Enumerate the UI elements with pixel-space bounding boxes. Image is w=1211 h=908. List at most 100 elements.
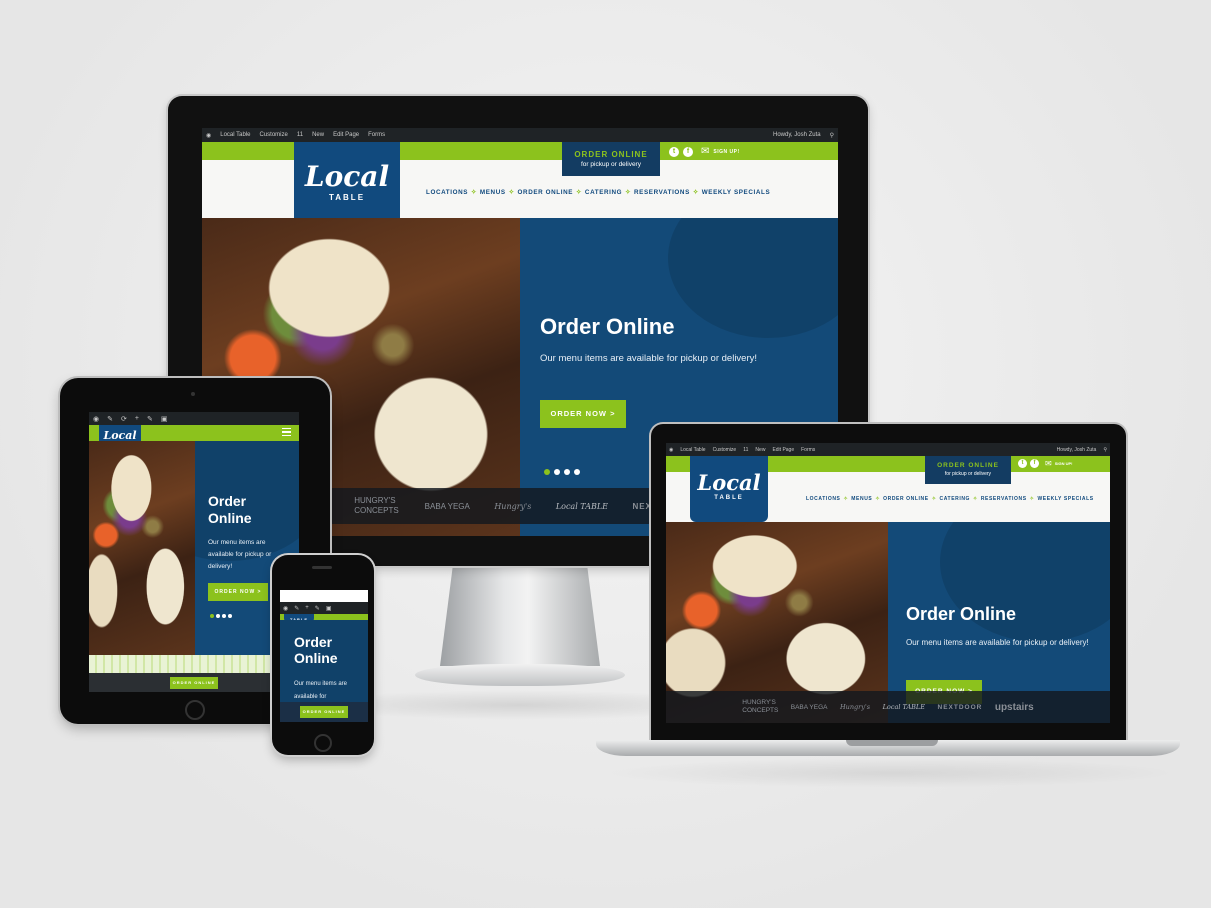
- nav-separator: ✧: [471, 189, 477, 196]
- wp-logo-icon[interactable]: ◉: [283, 605, 288, 612]
- facebook-icon[interactable]: f: [683, 146, 693, 157]
- wp-edit-page[interactable]: Edit Page: [772, 447, 794, 453]
- wp-updates[interactable]: 11: [743, 447, 748, 453]
- slider-dots: [544, 469, 580, 475]
- phone-sticky-bar: ORDER ONLINE: [280, 702, 368, 722]
- tablet-order-now-button[interactable]: ORDER NOW >: [208, 583, 268, 601]
- wp-new[interactable]: New: [755, 447, 765, 453]
- nav-weekly-specials[interactable]: WEEKLY SPECIALS: [702, 189, 771, 196]
- phone-sticky-order-button[interactable]: ORDER ONLINE: [300, 706, 348, 718]
- nav-locations[interactable]: LOCATIONS: [426, 189, 468, 196]
- hero-title: Order Online: [540, 314, 675, 339]
- mail-icon[interactable]: ✉: [701, 146, 709, 157]
- macbook-reflection: [600, 758, 1180, 788]
- wp-customize[interactable]: Customize: [713, 447, 737, 453]
- edit-icon[interactable]: ✎: [315, 605, 320, 612]
- brand-hungrys-script[interactable]: Hungry's: [840, 703, 870, 711]
- new-icon[interactable]: +: [305, 605, 309, 611]
- nav-catering[interactable]: CATERING: [939, 496, 970, 502]
- wp-logo-icon[interactable]: ◉: [93, 415, 99, 423]
- slider-dot[interactable]: [210, 614, 214, 618]
- brand-baba-yega[interactable]: BABA YEGA: [791, 704, 828, 711]
- nav-separator: ✧: [931, 496, 937, 502]
- nav-locations[interactable]: LOCATIONS: [806, 496, 840, 502]
- wp-howdy[interactable]: Howdy, Josh Zuta: [1057, 447, 1097, 453]
- sign-up-link[interactable]: SIGN UP!: [713, 149, 739, 155]
- brand-upstairs[interactable]: upstairs: [995, 702, 1034, 713]
- brand-local-table[interactable]: Local TABLE: [883, 703, 925, 711]
- brand-local-table[interactable]: Local TABLE: [556, 502, 608, 511]
- macbook-hero-text: Our menu items are available for pickup …: [906, 638, 1089, 647]
- wp-forms[interactable]: Forms: [801, 447, 815, 453]
- order-online-tab[interactable]: ORDER ONLINE for pickup or delivery: [562, 142, 660, 176]
- wp-site-name[interactable]: Local Table: [680, 447, 705, 453]
- phone-wp-admin-bar: ◉ ✎ + ✎ ▣: [280, 602, 368, 614]
- brand-nextdoor[interactable]: NEXTDOOR: [938, 704, 983, 711]
- wp-edit-page[interactable]: Edit Page: [333, 132, 359, 138]
- slider-dot[interactable]: [564, 469, 570, 475]
- slider-dot[interactable]: [228, 614, 232, 618]
- forms-icon[interactable]: ▣: [326, 605, 332, 612]
- nav-separator: ✧: [692, 189, 699, 196]
- search-icon[interactable]: ⚲: [830, 132, 838, 139]
- facebook-icon[interactable]: f: [1030, 459, 1039, 468]
- tablet-slider-dots: [210, 614, 232, 618]
- new-icon[interactable]: +: [135, 415, 139, 422]
- nav-order-online[interactable]: ORDER ONLINE: [883, 496, 929, 502]
- wp-customize[interactable]: Customize: [260, 132, 288, 138]
- tablet-screen: ◉ ✎ ⟳ + ✎ ▣ Local TABLE OrderOnline Our …: [89, 412, 299, 692]
- wp-new[interactable]: New: [312, 132, 324, 138]
- nav-separator: ✧: [508, 189, 515, 196]
- nav-reservations[interactable]: RESERVATIONS: [981, 496, 1027, 502]
- site-logo[interactable]: Local TABLE: [294, 142, 400, 230]
- wp-logo-icon[interactable]: ◉: [669, 447, 673, 453]
- twitter-icon[interactable]: t: [669, 146, 679, 157]
- nav-order-online[interactable]: ORDER ONLINE: [518, 189, 573, 196]
- nav-menus[interactable]: MENUS: [851, 496, 872, 502]
- macbook-hero-title: Order Online: [906, 604, 1017, 624]
- customize-icon[interactable]: ✎: [294, 605, 299, 612]
- wp-howdy[interactable]: Howdy, Josh Zuta: [773, 132, 821, 138]
- phone-home-button: [314, 734, 332, 752]
- wp-site-name[interactable]: Local Table: [220, 132, 250, 138]
- slider-dot[interactable]: [544, 469, 550, 475]
- macbook-order-online-tab[interactable]: ORDER ONLINE for pickup or delivery: [925, 456, 1011, 484]
- main-nav: LOCATIONS ✧ MENUS ✧ ORDER ONLINE ✧ CATERING…: [426, 189, 770, 196]
- tablet-hero-title: Order Online: [208, 493, 252, 526]
- search-icon[interactable]: ⚲: [1103, 447, 1110, 453]
- sign-up-link[interactable]: SIGN UP!: [1055, 461, 1073, 466]
- wp-updates[interactable]: 11: [297, 132, 303, 138]
- forms-icon[interactable]: ▣: [161, 415, 168, 423]
- brand-baba-yega[interactable]: BABA YEGA: [425, 502, 470, 511]
- updates-icon[interactable]: ⟳: [121, 415, 127, 423]
- nav-menus[interactable]: MENUS: [480, 189, 506, 196]
- twitter-icon[interactable]: t: [1018, 459, 1027, 468]
- nav-weekly-specials[interactable]: WEEKLY SPECIALS: [1037, 496, 1093, 502]
- nav-catering[interactable]: CATERING: [585, 189, 622, 196]
- slider-dot[interactable]: [554, 469, 560, 475]
- imac-stand-neck: [440, 566, 600, 666]
- customize-icon[interactable]: ✎: [107, 415, 113, 423]
- slider-dot[interactable]: [222, 614, 226, 618]
- brand-hungrys-concepts[interactable]: HUNGRY'S CONCEPTS: [742, 699, 778, 715]
- brand-hungrys-concepts[interactable]: HUNGRY'S CONCEPTS: [354, 496, 400, 516]
- edit-icon[interactable]: ✎: [147, 415, 153, 423]
- slider-dot[interactable]: [216, 614, 220, 618]
- wp-logo-icon[interactable]: ◉: [206, 132, 211, 139]
- macbook-logo[interactable]: Local TABLE: [690, 456, 768, 522]
- slider-dot[interactable]: [574, 469, 580, 475]
- brand-hungrys-script[interactable]: Hungry's: [494, 502, 531, 511]
- macbook-notch: [846, 740, 938, 746]
- hamburger-menu-icon[interactable]: [282, 428, 291, 436]
- macbook-social-links: t f ✉ SIGN UP!: [1018, 459, 1072, 468]
- tablet-sticky-order-button[interactable]: ORDER ONLINE: [170, 676, 218, 689]
- tablet-camera: [191, 392, 195, 396]
- mail-icon[interactable]: ✉: [1045, 459, 1052, 468]
- wp-forms[interactable]: Forms: [368, 132, 385, 138]
- nav-separator: ✧: [843, 496, 849, 502]
- order-now-button[interactable]: ORDER NOW >: [540, 400, 626, 428]
- phone-screen: ◉ ✎ + ✎ ▣ TABLE OrderOnline Our menu ite…: [280, 590, 368, 722]
- macbook-wp-admin-bar: ◉ Local Table Customize 11 New Edit Page…: [666, 443, 1110, 456]
- nav-separator: ✧: [1029, 496, 1035, 502]
- nav-reservations[interactable]: RESERVATIONS: [634, 189, 690, 196]
